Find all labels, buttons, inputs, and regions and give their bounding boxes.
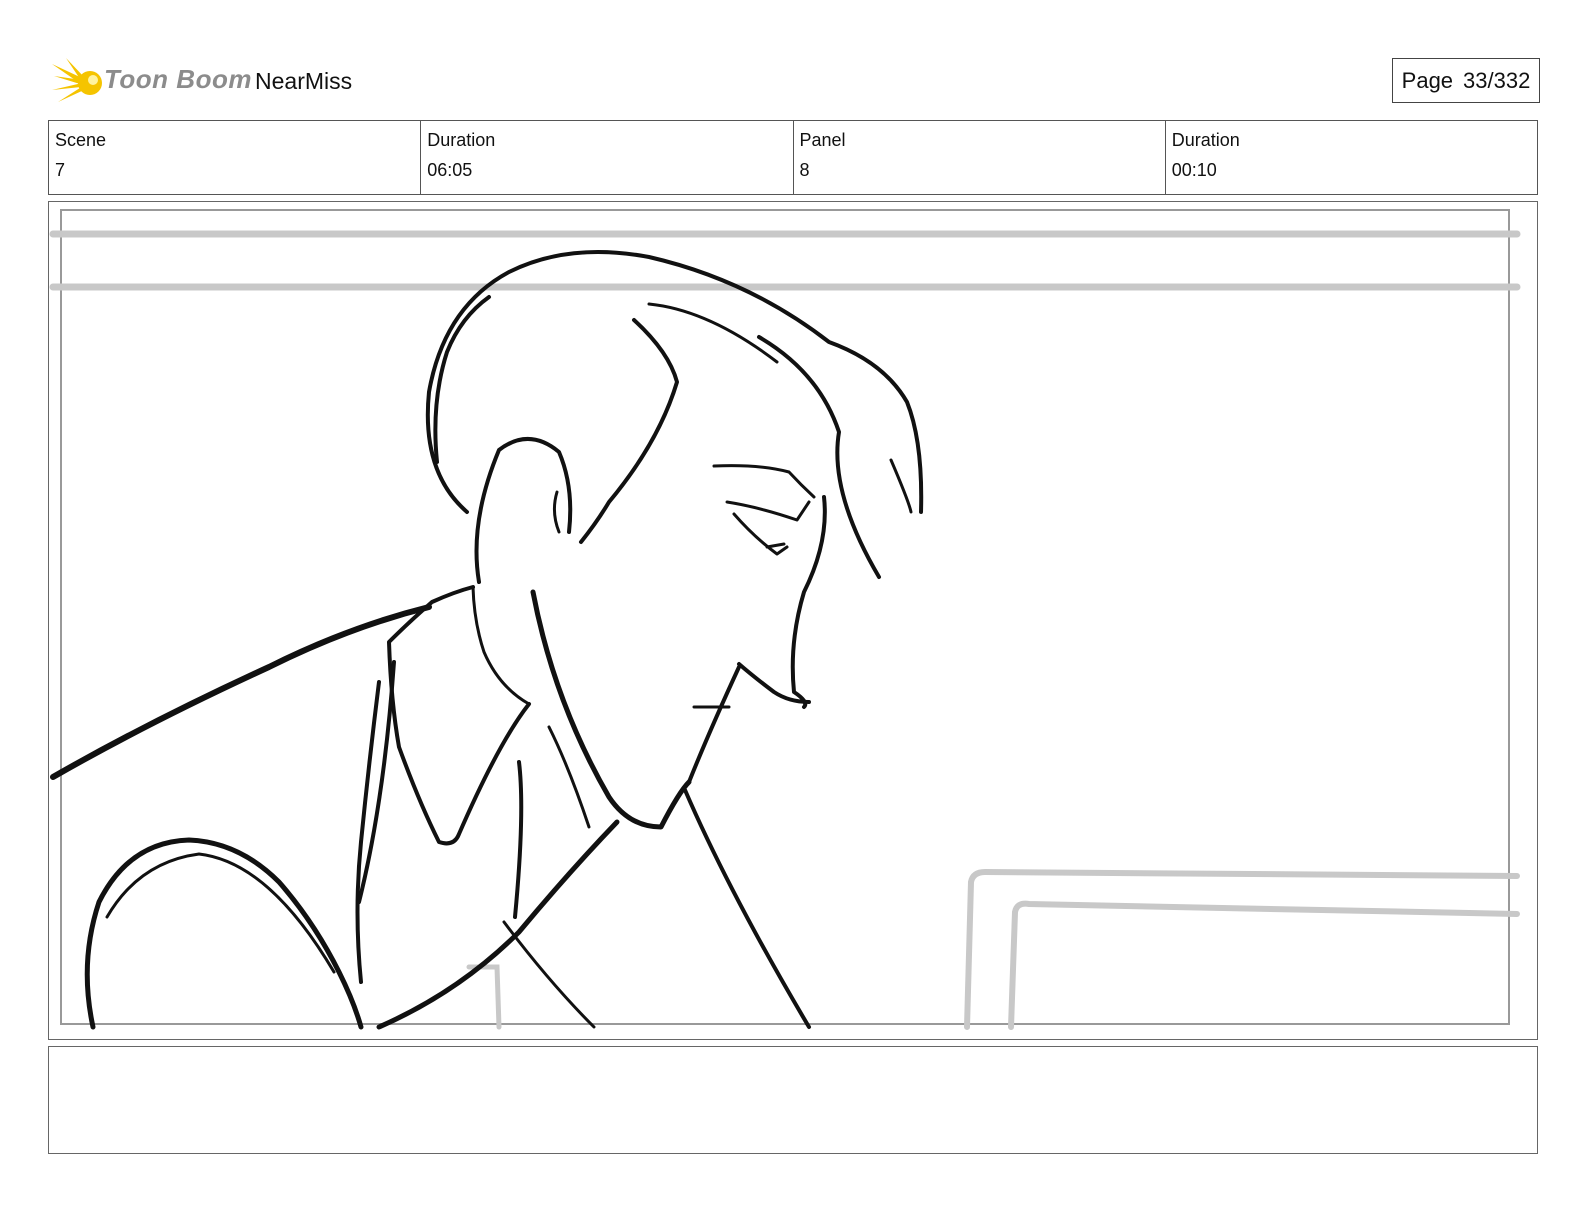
scene-value: 7: [55, 160, 66, 180]
panel-notes-box: [48, 1046, 1538, 1154]
page-number: 33/332: [1463, 67, 1531, 93]
panel-cell: Panel 8: [794, 121, 1166, 194]
scene-cell: Scene 7: [49, 121, 422, 194]
storyboard-header: Toon Boom NearMiss Page 33/332: [52, 54, 1540, 110]
scene-label: Scene: [55, 130, 107, 150]
project-title: NearMiss: [255, 68, 353, 94]
toon-boom-logo-icon: [52, 58, 102, 102]
panel-value: 8: [799, 160, 810, 180]
character-sketch: [50, 250, 924, 1030]
scene-duration-cell: Duration 06:05: [421, 121, 794, 194]
brand-name: Toon Boom: [104, 64, 252, 94]
safe-frame: [60, 209, 1510, 1025]
panel-label: Panel: [799, 130, 846, 150]
panel-duration-label: Duration: [1171, 130, 1240, 150]
page-label: Page: [1401, 67, 1454, 93]
storyboard-panel-image: [48, 201, 1538, 1040]
page-indicator: Page 33/332: [1392, 58, 1540, 103]
scene-duration-value: 06:05: [427, 160, 473, 180]
scene-duration-label: Duration: [427, 130, 496, 150]
panel-info-table: Scene 7 Duration 06:05 Panel 8 Duration …: [48, 120, 1538, 195]
panel-duration-cell: Duration 00:10: [1166, 121, 1537, 194]
panel-duration-value: 00:10: [1171, 160, 1217, 180]
sketch-drawing: [49, 209, 1521, 1030]
